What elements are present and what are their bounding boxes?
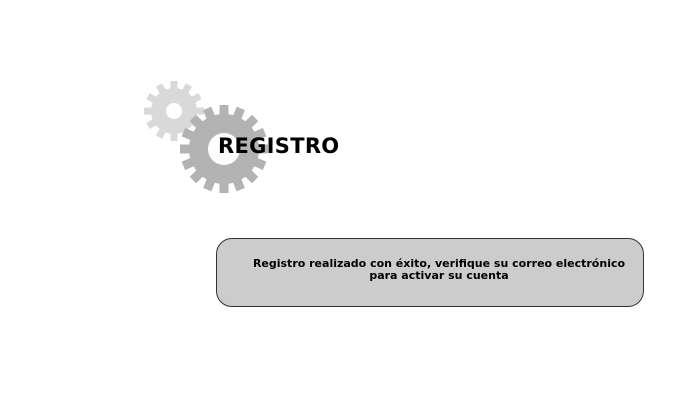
success-message-text: Registro realizado con éxito, verifique …	[252, 257, 626, 282]
success-message-box: Registro realizado con éxito, verifique …	[216, 238, 644, 307]
page-title: REGISTRO	[218, 134, 340, 158]
